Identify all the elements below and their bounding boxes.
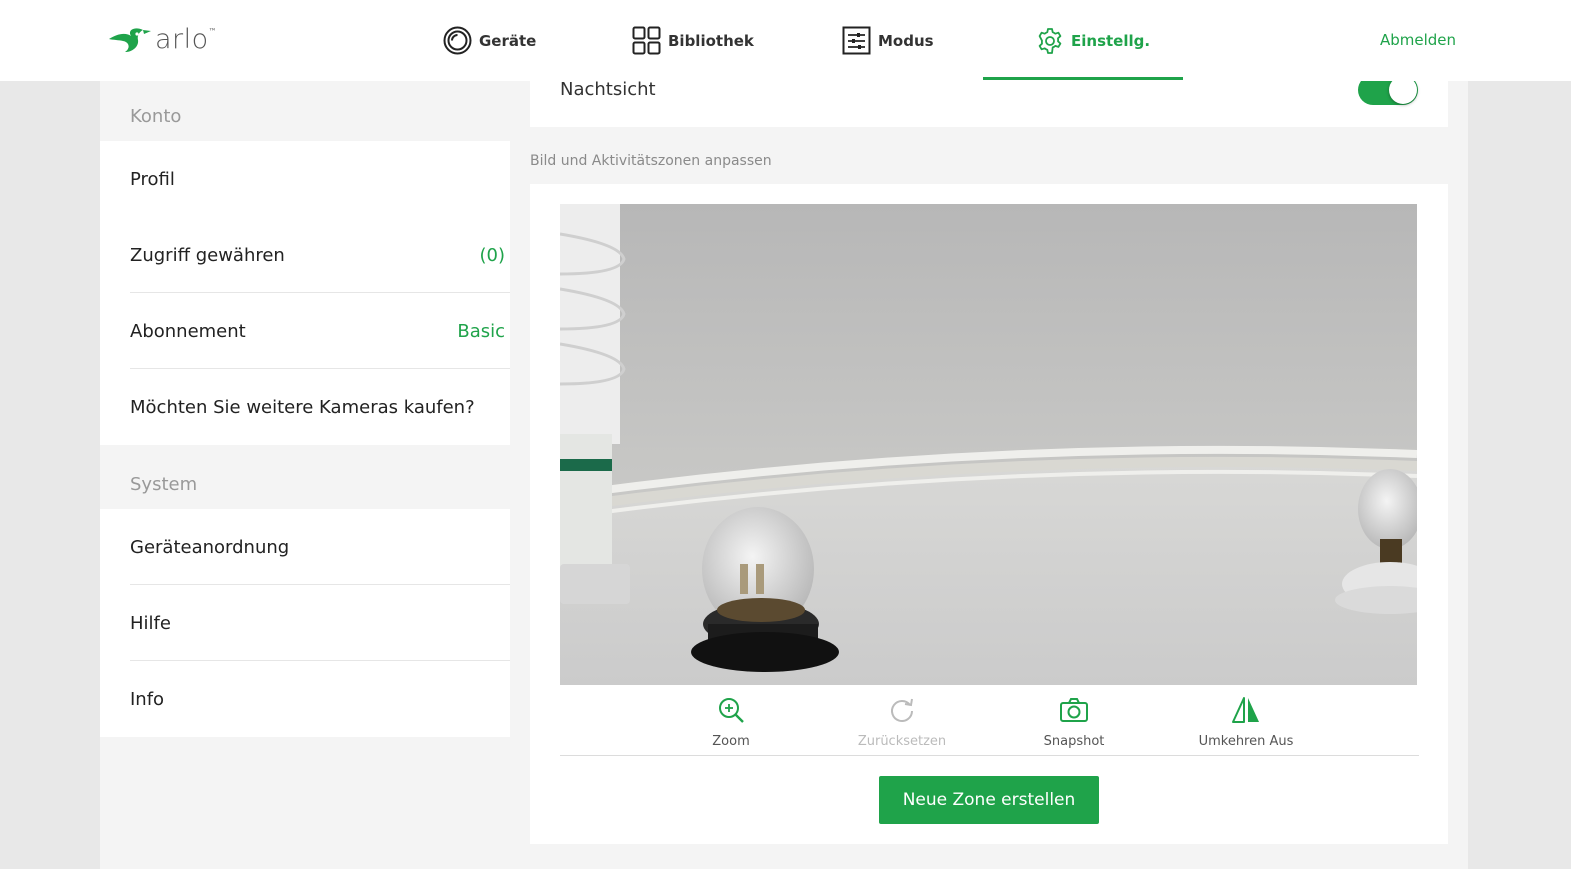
sidebar-item-profile[interactable]: Profil (100, 141, 510, 217)
mode-sliders-icon (842, 26, 871, 55)
logo-text: arlo (155, 23, 209, 55)
logo-trademark: ™ (208, 26, 217, 36)
sidebar-item-label: Hilfe (130, 612, 171, 634)
image-zones-heading: Bild und Aktivitätszonen anpassen (530, 153, 772, 169)
devices-icon (443, 26, 472, 55)
sidebar-item-help[interactable]: Hilfe (100, 585, 510, 661)
zoom-in-icon (719, 698, 744, 723)
nav-library-label: Bibliothek (668, 31, 754, 50)
zoom-button[interactable]: Zoom (661, 696, 801, 749)
nav-settings-label: Einstellg. (1071, 31, 1151, 50)
nav-library[interactable]: Bibliothek (632, 0, 754, 81)
flip-label: Umkehren Aus (1198, 734, 1294, 749)
camera-settings-card: Zoom Zurücksetzen Snapshot Umkehren Aus … (530, 184, 1448, 844)
nav-mode[interactable]: Modus (842, 0, 934, 81)
library-grid-icon (632, 26, 661, 55)
sidebar-item-grant-access[interactable]: Zugriff gewähren (0) (100, 217, 510, 293)
nav-settings[interactable]: Einstellg. (1036, 0, 1150, 81)
sidebar-item-label: Geräteanordnung (130, 536, 290, 558)
account-section-label: Konto (130, 106, 182, 127)
nav-devices-label: Geräte (479, 31, 537, 50)
sidebar-item-label: Info (130, 688, 165, 710)
sidebar-item-buy-cameras[interactable]: Möchten Sie weitere Kameras kaufen? (100, 369, 510, 445)
nav-mode-label: Modus (878, 31, 934, 50)
camera-preview-image[interactable] (560, 204, 1417, 685)
system-section-label: System (130, 474, 198, 495)
subscription-plan-value: Basic (457, 320, 505, 342)
flip-button[interactable]: Umkehren Aus (1176, 696, 1316, 749)
camera-icon (1060, 698, 1088, 722)
nav-devices[interactable]: Geräte (443, 0, 536, 81)
arlo-bird-icon (109, 28, 151, 52)
create-zone-button[interactable]: Neue Zone erstellen (879, 776, 1099, 824)
arlo-logo[interactable]: arlo ™ (107, 22, 217, 56)
logout-link[interactable]: Abmelden (1380, 31, 1456, 49)
camera-feed-picture (560, 204, 1417, 685)
reset-icon (891, 698, 913, 722)
snapshot-label: Snapshot (1043, 734, 1105, 749)
divider (560, 755, 1419, 756)
account-menu: Profil Zugriff gewähren (0) Abonnement B… (100, 141, 510, 445)
grant-access-count: (0) (479, 244, 506, 266)
night-vision-card: Nachtsicht (530, 75, 1448, 127)
sidebar-item-info[interactable]: Info (100, 661, 510, 737)
sidebar-item-device-order[interactable]: Geräteanordnung (100, 509, 510, 585)
active-tab-indicator (983, 77, 1183, 80)
sidebar-item-subscription[interactable]: Abonnement Basic (100, 293, 510, 369)
reset-label: Zurücksetzen (857, 734, 947, 749)
snapshot-button[interactable]: Snapshot (1004, 696, 1144, 749)
night-vision-label: Nachtsicht (560, 79, 656, 100)
flip-icon (1232, 697, 1259, 723)
settings-gear-icon (1038, 27, 1062, 54)
top-navigation-bar: arlo ™ Geräte Bibliothek Modus Einstellg… (0, 0, 1571, 81)
reset-button[interactable]: Zurücksetzen (832, 696, 972, 749)
sidebar-item-label: Zugriff gewähren (130, 244, 285, 266)
zoom-label: Zoom (712, 734, 750, 749)
sidebar-item-label: Profil (130, 168, 175, 190)
sidebar-item-label: Abonnement (130, 320, 246, 342)
sidebar-item-label: Möchten Sie weitere Kameras kaufen? (130, 396, 475, 418)
system-menu: Geräteanordnung Hilfe Info (100, 509, 510, 737)
